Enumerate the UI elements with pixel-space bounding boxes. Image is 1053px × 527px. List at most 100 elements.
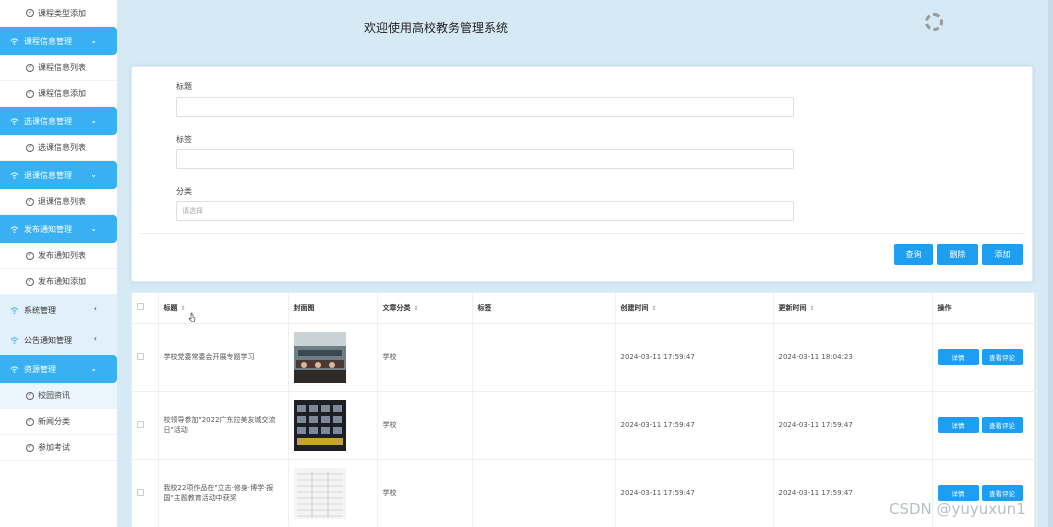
row-select-cell <box>132 323 159 392</box>
cover-image[interactable] <box>293 399 346 451</box>
category-select[interactable] <box>176 201 794 221</box>
sidebar-item-label: 校园资讯 <box>38 391 70 400</box>
sidebar-item-course-type-add[interactable]: ✓ 课程类型添加 <box>0 0 117 27</box>
sidebar-item-label: 新闻分类 <box>38 417 70 426</box>
detail-button[interactable]: 详情 <box>937 417 979 433</box>
category-label: 分类 <box>176 187 192 196</box>
row-select-cell <box>132 391 159 460</box>
sidebar-item-notice-list[interactable]: ✓ 发布通知列表 <box>0 243 117 269</box>
cover-image[interactable] <box>293 467 346 519</box>
title-cell: 校领导参加"2022广东拉美友城交流日"活动 <box>158 391 289 460</box>
column-header-updated[interactable]: 更新时间 ⇕ <box>773 293 933 324</box>
column-header-cover: 封面图 <box>288 293 378 324</box>
updated-cell: 2024-03-11 17:59:47 <box>773 391 933 460</box>
column-header-category[interactable]: 文章分类 ⇕ <box>377 293 473 324</box>
chevron-down-icon: ⌄ <box>90 116 97 125</box>
circle-check-icon: ✓ <box>26 443 34 452</box>
detail-button[interactable]: 详情 <box>937 485 979 501</box>
search-form: 标题 标签 分类 查询 删除 添加 <box>131 66 1033 282</box>
circle-check-icon: ✓ <box>26 391 34 400</box>
tag-cell <box>472 323 616 392</box>
table-row: 校领导参加"2022广东拉美友城交流日"活动 学校 2024-03-11 17:… <box>132 391 1037 460</box>
category-cell: 学校 <box>377 323 473 392</box>
column-header-actions: 操作 <box>932 293 1037 324</box>
detail-button[interactable]: 详情 <box>937 349 979 365</box>
view-comments-button[interactable]: 查看评论 <box>981 417 1023 433</box>
select-all-cell <box>132 293 159 324</box>
column-header-created[interactable]: 创建时间 ⇕ <box>615 293 774 324</box>
tag-label: 标签 <box>176 135 192 144</box>
title-input[interactable] <box>176 97 794 117</box>
view-comments-button[interactable]: 查看评论 <box>981 349 1023 365</box>
chevron-down-icon: ⌄ <box>90 36 97 45</box>
sidebar-item-label: 课程类型添加 <box>38 8 86 18</box>
tag-input[interactable] <box>176 149 794 169</box>
sidebar: ✓ 课程类型添加 课程信息管理 ⌄ ✓ 课程信息列表 ✓ 课程信息添加 选课信息管理 … <box>0 0 117 527</box>
sort-icon[interactable]: ⇕ <box>181 305 186 312</box>
sidebar-group-label: 发布通知管理 <box>24 224 72 234</box>
view-comments-button[interactable]: 查看评论 <box>981 485 1023 501</box>
select-all-checkbox[interactable] <box>137 303 144 311</box>
sidebar-group-resources[interactable]: 资源管理 ⌄ <box>0 355 117 383</box>
cover-cell <box>288 391 378 460</box>
sidebar-item-label: 退课信息列表 <box>38 197 86 206</box>
sidebar-item-course-add[interactable]: ✓ 课程信息添加 <box>0 81 117 107</box>
sidebar-item-course-list[interactable]: ✓ 课程信息列表 <box>0 55 117 81</box>
sidebar-item-news-category[interactable]: ✓ 新闻分类 <box>0 409 117 435</box>
title-cell: 学校党委常委会开展专题学习 <box>158 323 289 392</box>
mouse-cursor-icon <box>188 312 196 322</box>
form-divider <box>140 233 1024 234</box>
chevron-down-icon: ⌄ <box>90 224 97 233</box>
watermark: CSDN @yuyuxun1 <box>889 500 1026 518</box>
wifi-icon <box>10 171 19 179</box>
sidebar-group-system[interactable]: 系统管理 ‹ <box>0 295 117 325</box>
sidebar-group-announcement[interactable]: 公告通知管理 ‹ <box>0 325 117 355</box>
cover-cell <box>288 323 378 392</box>
wifi-icon <box>10 365 19 373</box>
row-checkbox[interactable] <box>137 352 144 360</box>
sidebar-group-label: 资源管理 <box>24 364 56 374</box>
circle-check-icon: ✓ <box>26 251 34 260</box>
cover-image[interactable] <box>293 331 346 383</box>
sidebar-item-exam[interactable]: ✓ 参加考试 <box>0 435 117 461</box>
table-row: 学校党委常委会开展专题学习 学校 2024-03-11 17:59:47 202… <box>132 323 1037 392</box>
sidebar-group-course-info[interactable]: 课程信息管理 ⌄ <box>0 27 117 55</box>
sidebar-item-label: 课程信息添加 <box>38 89 86 98</box>
category-cell: 学校 <box>377 391 473 460</box>
sidebar-group-selection[interactable]: 选课信息管理 ⌄ <box>0 107 117 135</box>
sort-icon[interactable]: ⇕ <box>652 305 657 312</box>
chevron-down-icon: ⌄ <box>90 364 97 373</box>
sidebar-item-label: 选课信息列表 <box>38 143 86 152</box>
row-checkbox[interactable] <box>137 420 144 428</box>
news-table: 标题 ⇕ 封面图 文章分类 ⇕ 标签 创建时间 ⇕ 更新时间 ⇕ 操作 学校党委常委会开… <box>131 292 1037 527</box>
sort-icon[interactable]: ⇕ <box>414 305 419 312</box>
sidebar-item-selection-list[interactable]: ✓ 选课信息列表 <box>0 135 117 161</box>
loading-spinner-icon <box>925 13 943 31</box>
wifi-icon <box>10 117 19 125</box>
row-checkbox[interactable] <box>137 488 144 496</box>
sidebar-group-notice[interactable]: 发布通知管理 ⌄ <box>0 215 117 243</box>
sidebar-group-label: 课程信息管理 <box>24 36 72 46</box>
sort-icon[interactable]: ⇕ <box>810 305 815 312</box>
sidebar-item-label: 课程信息列表 <box>38 63 86 72</box>
circle-check-icon: ✓ <box>26 197 34 206</box>
sidebar-item-notice-add[interactable]: ✓ 发布通知添加 <box>0 269 117 295</box>
tag-cell <box>472 459 616 527</box>
sidebar-item-campus-news[interactable]: ✓ 校园资讯 <box>0 383 117 409</box>
sidebar-group-withdraw[interactable]: 退课信息管理 ⌄ <box>0 161 117 189</box>
add-button[interactable]: 添加 <box>982 244 1023 265</box>
page-title: 欢迎使用高校教务管理系统 <box>364 21 509 35</box>
sidebar-group-label: 公告通知管理 <box>24 335 72 345</box>
scrollbar[interactable] <box>1048 0 1053 527</box>
wifi-icon <box>10 37 19 45</box>
created-cell: 2024-03-11 17:59:47 <box>615 323 774 392</box>
sidebar-item-withdraw-list[interactable]: ✓ 退课信息列表 <box>0 189 117 215</box>
search-button[interactable]: 查询 <box>894 244 933 265</box>
sidebar-group-label: 系统管理 <box>24 305 56 315</box>
circle-check-icon: ✓ <box>26 417 34 426</box>
chevron-left-icon: ‹ <box>93 304 97 313</box>
column-header-title[interactable]: 标题 ⇕ <box>158 293 289 324</box>
actions-cell: 详情 查看评论 <box>932 323 1037 392</box>
title-cell: 我校22项作品在"立志·修身·博学·报国"主题教育活动中获奖 <box>158 459 289 527</box>
delete-button[interactable]: 删除 <box>937 244 978 265</box>
